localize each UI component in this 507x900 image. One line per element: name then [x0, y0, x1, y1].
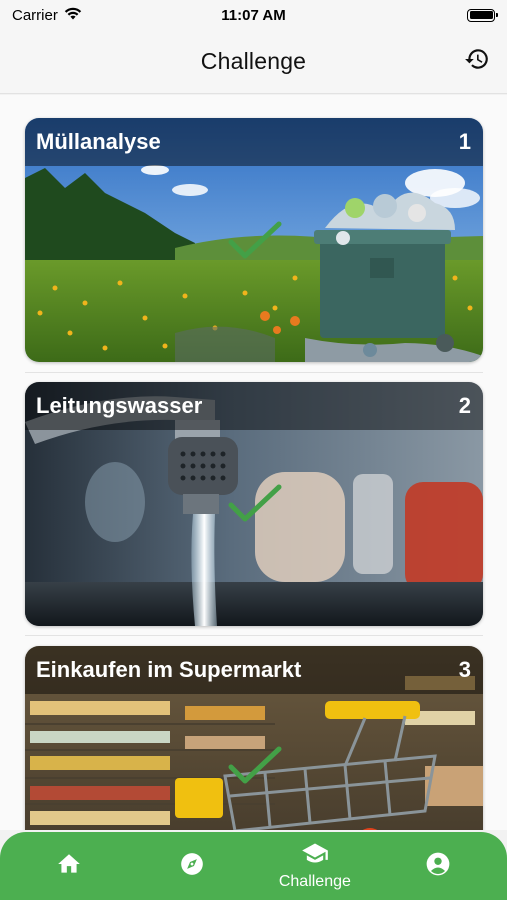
- challenge-card-muellanalyse[interactable]: Müllanalyse 1: [25, 118, 483, 362]
- checkmark-icon: [227, 220, 283, 267]
- page-title: Challenge: [200, 48, 307, 74]
- card-divider: [25, 372, 483, 373]
- home-icon: [56, 851, 82, 882]
- card-header: Einkaufen im Supermarkt 3: [25, 646, 483, 694]
- tab-account[interactable]: [393, 836, 483, 896]
- carrier-label: Carrier: [12, 6, 58, 24]
- tab-explore[interactable]: [147, 836, 237, 896]
- checkmark-icon: [227, 745, 283, 792]
- card-number: 3: [458, 657, 471, 682]
- card-title: Einkaufen im Supermarkt: [36, 657, 302, 682]
- battery-icon: [467, 8, 498, 22]
- tab-home[interactable]: [24, 836, 114, 896]
- card-header: Müllanalyse 1: [25, 118, 483, 166]
- wifi-icon: [64, 7, 82, 24]
- navigation-bar: Challenge: [0, 30, 507, 94]
- card-title: Müllanalyse: [36, 129, 161, 154]
- challenge-card-einkaufen[interactable]: Einkaufen im Supermarkt 3: [25, 646, 483, 830]
- history-icon: [464, 46, 490, 77]
- history-button[interactable]: [461, 45, 493, 77]
- tab-challenge[interactable]: Challenge: [270, 836, 360, 896]
- challenge-card-leitungswasser[interactable]: Leitungswasser 2: [25, 382, 483, 626]
- school-icon: [301, 842, 329, 871]
- challenge-list[interactable]: Müllanalyse 1 Leitungswasser 2 Einkaufen…: [0, 95, 507, 830]
- checkmark-icon: [227, 483, 283, 530]
- status-left: Carrier: [12, 7, 82, 24]
- bottom-tab-bar: Challenge: [0, 832, 507, 900]
- card-title: Leitungswasser: [36, 393, 203, 418]
- card-number: 1: [458, 129, 471, 154]
- tab-challenge-label: Challenge: [278, 872, 351, 890]
- compass-icon: [179, 851, 205, 882]
- account-icon: [425, 851, 451, 882]
- card-number: 2: [458, 393, 471, 418]
- card-header: Leitungswasser 2: [25, 382, 483, 430]
- card-divider: [25, 635, 483, 636]
- status-bar: Carrier 11:07 AM: [0, 0, 507, 30]
